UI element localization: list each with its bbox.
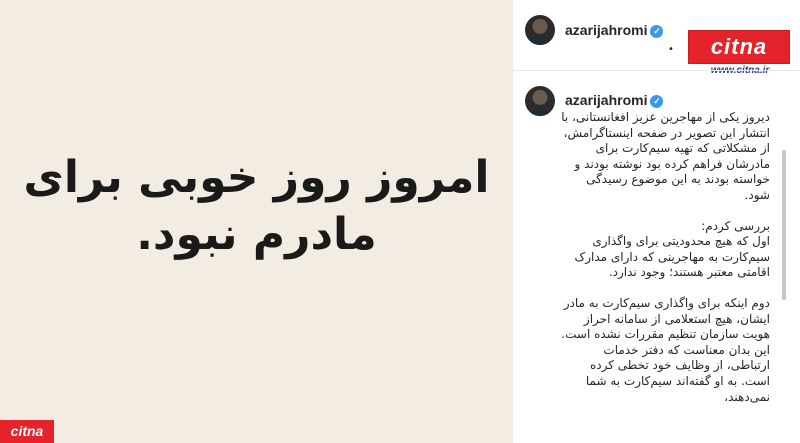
header-username[interactable]: azarijahromi ✓: [565, 22, 664, 38]
corner-citna-logo: citna: [0, 420, 54, 443]
caption-paragraph: بررسی کردم:: [701, 218, 770, 233]
verified-badge-icon: ✓: [650, 94, 664, 108]
caption-paragraph: اول که هیچ محدودیتی برای واگذاری سیم‌کار…: [574, 234, 770, 280]
header-divider: [513, 70, 800, 71]
header-username-text[interactable]: azarijahromi: [565, 22, 647, 38]
caption-scrollbar[interactable]: [782, 150, 786, 300]
caption-text: دیروز یکی از مهاجرین عزیز افغانستانی، با…: [560, 110, 770, 443]
caption-paragraph: دوم اینکه برای واگذاری سیم‌کارت به مادر …: [561, 295, 770, 342]
corner-logo-text: citna: [10, 423, 44, 439]
post-image-text-line-2: مادرم نبود.: [136, 209, 377, 260]
profile-avatar[interactable]: [525, 15, 555, 45]
more-options-icon[interactable]: •: [668, 44, 674, 55]
caption-username-text[interactable]: azarijahromi: [565, 92, 647, 108]
caption-paragraph: این بدان معناست که دفتر خدمات ارتباطی، ا…: [585, 342, 770, 404]
verified-badge-icon: ✓: [650, 24, 664, 38]
citna-logo-text: citna: [710, 34, 768, 59]
post-image-text-line-1: امروز روز خوبی برای: [23, 152, 490, 203]
post-image[interactable]: امروز روز خوبی برای مادرم نبود.: [0, 0, 513, 443]
caption-username[interactable]: azarijahromi ✓: [565, 92, 664, 108]
caption-avatar[interactable]: [525, 86, 555, 116]
citna-logo: citna: [688, 30, 790, 64]
caption-paragraph: دیروز یکی از مهاجرین عزیز افغانستانی، با…: [561, 110, 770, 202]
